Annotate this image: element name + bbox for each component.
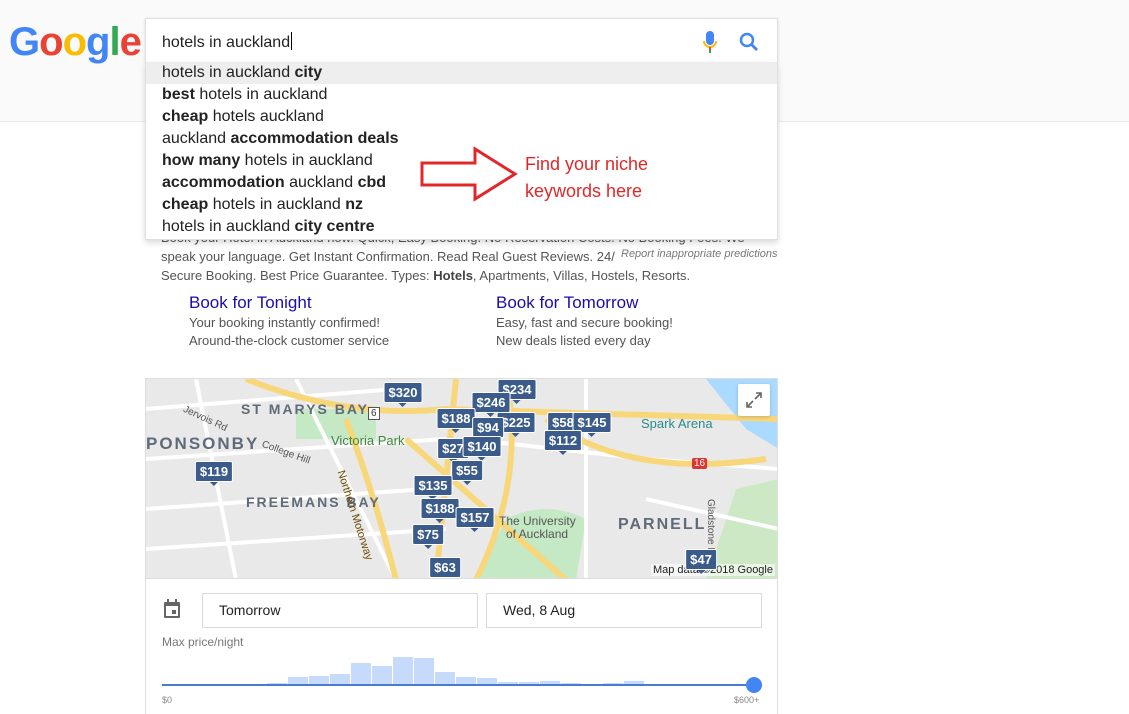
suggestion-text: cheap — [162, 196, 209, 213]
suggestion-text: hotels in auckland — [194, 86, 328, 103]
suggestion-text: nz — [345, 196, 364, 213]
hotel-price-marker[interactable]: $140 — [462, 436, 502, 461]
suggestion-text: cheap — [162, 108, 209, 125]
price-min-label: $0 — [162, 695, 173, 705]
booking-panel: Tomorrow Wed, 8 Aug Max price/night $0 $… — [145, 579, 778, 714]
max-price-label: Max price/night — [162, 635, 244, 649]
map-label: Victoria Park — [331, 433, 405, 448]
sitelink-desc: Your booking instantly confirmed! — [189, 315, 381, 330]
sitelink-desc: Around-the-clock customer service — [189, 333, 390, 348]
microphone-icon[interactable] — [702, 30, 718, 54]
suggestion-text: hotels auckland — [208, 108, 324, 125]
hotel-price-marker[interactable]: $63 — [429, 557, 461, 578]
ad-text: Secure Booking. Best Price Guarantee. Ty… — [161, 268, 434, 283]
histogram-bar — [393, 657, 413, 685]
suggestion-text: auckland — [284, 174, 358, 191]
magnifier-icon[interactable] — [738, 31, 760, 53]
google-logo[interactable]: Google — [9, 20, 142, 65]
arrow-annotation-icon — [420, 146, 518, 202]
checkout-date-field[interactable]: Wed, 8 Aug — [486, 593, 762, 628]
sitelink-title[interactable]: Book for Tomorrow — [496, 292, 673, 314]
suggestion-item[interactable]: hotels in auckland city centre — [146, 216, 777, 238]
hotel-price-marker[interactable]: $320 — [383, 382, 423, 407]
ad-text: , Apartments, Villas, Hostels, Resorts. — [472, 268, 691, 283]
map-label: PONSONBY — [146, 434, 260, 453]
search-box[interactable]: hotels in auckland — [145, 18, 778, 63]
hotel-price-marker[interactable]: $47 — [685, 549, 717, 574]
hotel-price-marker[interactable]: $112 — [543, 430, 583, 455]
suggestion-text: accommodation deals — [230, 130, 399, 147]
suggestion-text: cbd — [357, 174, 387, 191]
suggestion-item[interactable]: hotels in auckland city — [146, 62, 777, 84]
sitelink-desc: Easy, fast and secure booking! — [496, 315, 673, 330]
price-slider-handle[interactable] — [746, 677, 762, 693]
histogram-bar — [351, 663, 371, 685]
map-label: The University — [499, 514, 576, 528]
suggestion-item[interactable]: cheap hotels auckland — [146, 106, 777, 128]
search-input[interactable]: hotels in auckland — [162, 32, 292, 52]
suggestion-text: city centre — [294, 218, 375, 235]
suggestion-text: hotels in auckland — [208, 196, 346, 213]
calendar-icon — [164, 599, 180, 618]
hotel-price-marker[interactable]: $75 — [412, 524, 444, 549]
suggestion-text: city — [294, 64, 323, 81]
expand-icon — [746, 392, 762, 408]
annotation-line: keywords here — [525, 181, 643, 201]
suggestion-text: best — [162, 86, 195, 103]
checkin-date-field[interactable]: Tomorrow — [202, 593, 478, 628]
hotel-price-marker[interactable]: $94 — [472, 417, 504, 442]
sitelink-desc: New deals listed every day — [496, 333, 651, 348]
annotation-text: Find your niche keywords here — [525, 151, 725, 205]
ad-bold: Hotels — [433, 268, 473, 283]
report-predictions-link[interactable]: Report inappropriate predictions — [621, 248, 778, 260]
suggestion-text: hotels in auckland — [162, 64, 295, 81]
suggestion-text: hotels in auckland — [240, 152, 373, 169]
suggestion-text: auckland — [162, 130, 231, 147]
hotel-price-marker[interactable]: $157 — [455, 507, 495, 532]
map-label: of Auckland — [506, 527, 569, 541]
hotel-price-marker[interactable]: $246 — [471, 392, 511, 417]
suggestion-item[interactable]: best hotels in auckland — [146, 84, 777, 106]
map-label: 16 — [692, 458, 708, 469]
map-label: Spark Arena — [641, 416, 713, 431]
map-label: 6 — [368, 407, 380, 420]
hotel-price-marker[interactable]: $55 — [451, 460, 483, 485]
map-label: FREEMANS BAY — [246, 494, 381, 510]
hotel-price-marker[interactable]: $135 — [413, 475, 453, 500]
histogram-bar — [372, 666, 392, 685]
sitelink-title[interactable]: Book for Tonight — [189, 292, 389, 314]
suggestion-text: accommodation — [162, 174, 285, 191]
hotel-price-marker[interactable]: $188 — [420, 498, 460, 523]
suggestion-text: how many — [162, 152, 241, 169]
suggestion-text: hotels in auckland — [162, 218, 295, 235]
hotel-price-marker[interactable]: $188 — [436, 408, 476, 433]
annotation-line: Find your niche — [525, 154, 649, 174]
sitelink-tonight: Book for Tonight Your booking instantly … — [189, 292, 389, 350]
price-max-label: $600+ — [734, 695, 760, 705]
map-label: PARNELL — [618, 516, 707, 533]
hotel-map[interactable]: Map data ©2018 Google ST MARYS BAY PONSON… — [145, 378, 778, 579]
price-slider-track[interactable] — [162, 684, 754, 686]
map-label: ST MARYS BAY — [241, 401, 369, 417]
ad-line: Secure Booking. Best Price Guarantee. Ty… — [161, 266, 781, 285]
histogram-bar — [414, 658, 434, 685]
price-histogram — [162, 655, 756, 685]
sitelink-tomorrow: Book for Tomorrow Easy, fast and secure … — [496, 292, 673, 350]
hotel-price-marker[interactable]: $119 — [194, 461, 234, 486]
expand-map-button[interactable] — [738, 384, 770, 416]
